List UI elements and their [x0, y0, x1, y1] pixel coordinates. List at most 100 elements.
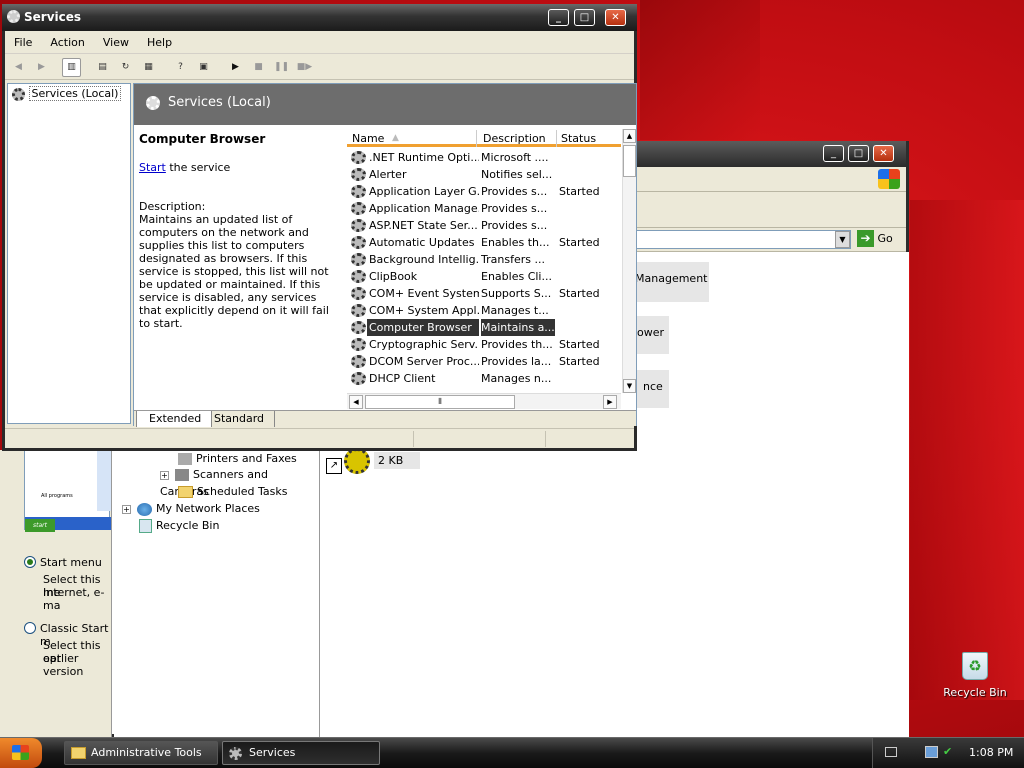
column-description[interactable]: Description — [483, 130, 557, 147]
close-button[interactable]: ✕ — [605, 9, 626, 26]
menu-file[interactable]: File — [5, 32, 41, 54]
scroll-down-icon[interactable]: ▼ — [623, 379, 636, 393]
security-tray-icon[interactable]: ✔ — [943, 746, 955, 758]
column-status[interactable]: Status — [561, 130, 621, 147]
minimize-button[interactable]: _ — [823, 145, 844, 162]
address-dropdown-button[interactable]: ▼ — [835, 231, 850, 248]
maximize-button[interactable]: □ — [574, 9, 595, 26]
tree-item-recycle-bin[interactable]: Recycle Bin — [139, 517, 219, 534]
table-row[interactable]: .NET Runtime Opti... Microsoft .... — [347, 149, 618, 166]
keyboard-icon[interactable] — [885, 747, 897, 757]
table-row[interactable]: DCOM Server Proc... Provides la... Started — [347, 353, 618, 370]
services-header-icon — [146, 96, 160, 110]
table-row[interactable]: ASP.NET State Ser... Provides s... — [347, 217, 618, 234]
expand-icon[interactable]: + — [122, 505, 131, 514]
table-row[interactable]: Alerter Notifies sel... — [347, 166, 618, 183]
windows-flag-icon — [12, 745, 29, 760]
service-description: Transfers ... — [481, 253, 545, 266]
desktop-recycle-bin[interactable]: ♻ Recycle Bin — [940, 648, 1010, 704]
help-icon[interactable]: ? — [171, 58, 190, 77]
minimize-button[interactable]: _ — [548, 9, 569, 26]
table-row[interactable]: Cryptographic Serv... Provides th... Start… — [347, 336, 618, 353]
table-row[interactable]: Background Intellig... Transfers ... — [347, 251, 618, 268]
vertical-scrollbar[interactable]: ▲ ▼ — [622, 129, 636, 393]
start-link[interactable]: Start — [139, 161, 166, 174]
menu-action[interactable]: Action — [41, 32, 93, 54]
tab-extended[interactable]: Extended — [136, 411, 213, 427]
menu-view[interactable]: View — [94, 32, 138, 54]
start-menu-radio[interactable] — [24, 556, 36, 568]
service-description: Provides s... — [481, 185, 548, 198]
tree-item-printers[interactable]: Printers and Faxes — [178, 450, 297, 467]
task-label: Administrative Tools — [91, 746, 202, 759]
horizontal-scrollbar[interactable]: ◀ ⦀ ▶ — [347, 393, 621, 409]
service-status: Started — [559, 338, 600, 351]
task-administrative-tools[interactable]: Administrative Tools — [64, 741, 218, 765]
column-name[interactable]: Name — [352, 130, 477, 147]
start-service-icon[interactable]: ▶ — [226, 58, 245, 77]
scroll-right-icon[interactable]: ▶ — [603, 395, 617, 409]
table-row[interactable]: DHCP Client Manages n... — [347, 370, 618, 387]
table-row[interactable]: COM+ Event System Supports S... Started — [347, 285, 618, 302]
clock[interactable]: 1:08 PM — [969, 738, 1013, 768]
table-row[interactable]: COM+ System Appl... Manages t... — [347, 302, 618, 319]
properties-icon[interactable]: ▤ — [93, 58, 112, 77]
table-row[interactable]: Application Layer G... Provides s... Start… — [347, 183, 618, 200]
forward-arrow-icon[interactable]: ▶ — [32, 58, 51, 77]
hscroll-thumb[interactable]: ⦀ — [365, 395, 515, 409]
maximize-button[interactable]: □ — [848, 145, 869, 162]
start-menu-properties-dialog: All programs start Start menu Select thi… — [0, 450, 112, 737]
restart-service-icon[interactable]: ■▶ — [295, 58, 314, 77]
service-description: Manages n... — [481, 372, 552, 385]
tree-label: My Network Places — [156, 502, 260, 515]
tab-standard[interactable]: Standard — [202, 411, 276, 427]
service-name: ClipBook — [369, 270, 418, 283]
selected-service-name: Computer Browser — [139, 132, 266, 146]
pause-service-icon[interactable]: ❚❚ — [272, 58, 291, 77]
details-view-icon[interactable]: ▣ — [194, 58, 213, 77]
service-name: Computer Browser — [367, 319, 479, 336]
menu-bar: File Action View Help — [5, 32, 634, 54]
stop-service-icon[interactable]: ■ — [249, 58, 268, 77]
view-tabs: Extended Standard — [134, 410, 636, 427]
services-title-bar[interactable]: Services _ □ ✕ — [2, 4, 637, 31]
task-services[interactable]: Services — [222, 741, 380, 765]
service-description: Provides la... — [481, 355, 552, 368]
service-description: Provides s... — [481, 202, 548, 215]
menu-help[interactable]: Help — [138, 32, 181, 54]
wallpaper-shade-2 — [910, 200, 1024, 700]
preview-taskbar: start — [25, 517, 111, 532]
expand-icon[interactable]: + — [160, 471, 169, 480]
service-status: Started — [559, 287, 600, 300]
table-row[interactable]: Automatic Updates Enables th... Started — [347, 234, 618, 251]
scroll-up-icon[interactable]: ▲ — [623, 129, 636, 143]
tree-label: Printers and Faxes — [196, 452, 297, 465]
start-menu-label[interactable]: Start menu — [40, 556, 102, 569]
sort-indicator-icon: ▲ — [392, 133, 399, 143]
tree-item-scheduled-tasks[interactable]: Scheduled Tasks — [178, 483, 288, 500]
back-arrow-icon[interactable]: ◀ — [9, 58, 28, 77]
service-description: Manages t... — [481, 304, 549, 317]
service-gear-icon — [351, 236, 366, 249]
export-list-icon[interactable]: ▦ — [139, 58, 158, 77]
close-button[interactable]: ✕ — [873, 145, 894, 162]
tree-item-services-local[interactable]: Services (Local) — [12, 86, 122, 102]
classic-radio[interactable] — [24, 622, 36, 634]
services-list: Name ▲ Description Status .NET Runtime O… — [347, 125, 636, 409]
table-row[interactable]: Application Manage... Provides s... — [347, 200, 618, 217]
scroll-left-icon[interactable]: ◀ — [349, 395, 363, 409]
description-label: Description: — [139, 200, 206, 213]
network-tray-icon[interactable] — [925, 746, 938, 758]
service-gear-icon — [351, 202, 366, 215]
show-hide-tree-icon[interactable]: ▥ — [62, 58, 81, 77]
tree-item-network-places[interactable]: + My Network Places — [122, 500, 260, 517]
go-button[interactable]: ➔ Go — [857, 230, 903, 249]
refresh-icon[interactable]: ↻ — [116, 58, 135, 77]
table-row[interactable]: Computer Browser Maintains a... — [347, 319, 618, 336]
start-button[interactable] — [0, 738, 42, 768]
table-row[interactable]: ClipBook Enables Cli... — [347, 268, 618, 285]
list-header: Name ▲ Description Status — [347, 130, 621, 147]
services-shortcut-icon[interactable] — [344, 448, 370, 474]
service-status: Started — [559, 355, 600, 368]
scroll-thumb[interactable] — [623, 145, 636, 177]
